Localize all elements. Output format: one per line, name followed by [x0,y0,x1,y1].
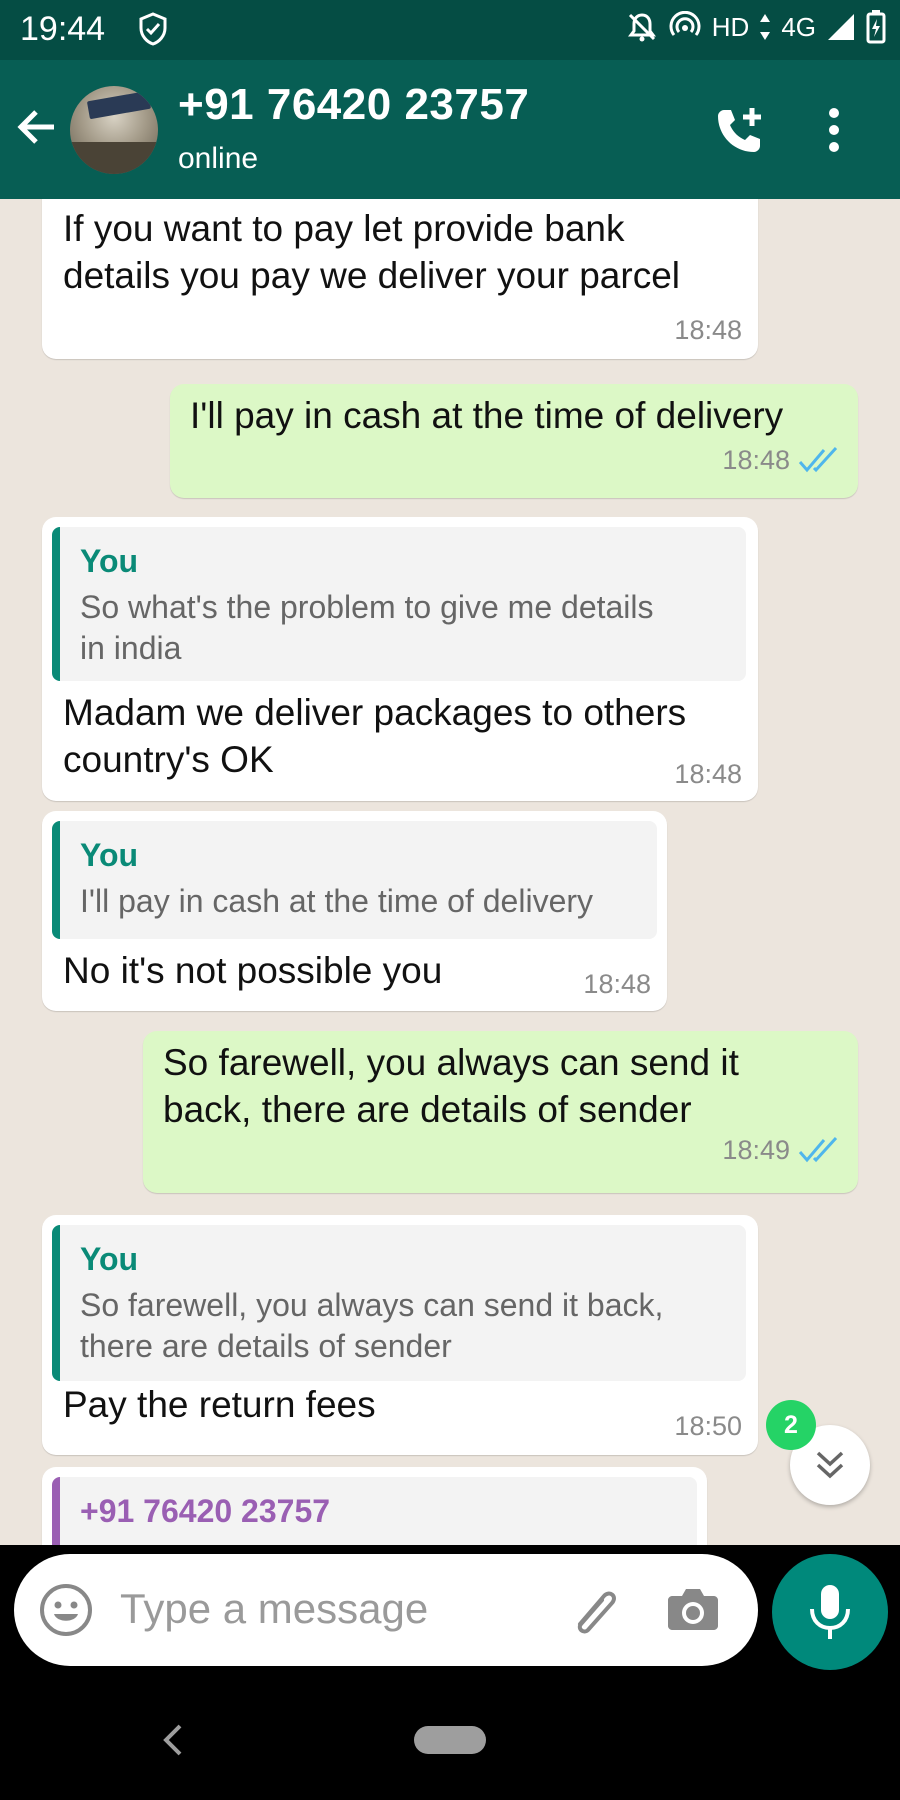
mute-icon [626,11,658,43]
double-chevron-down-icon [816,1451,844,1479]
status-icons: HD 4G [626,10,886,44]
message-text: I'll pay in cash at the time of delivery [190,395,784,436]
message-bubble-incoming[interactable]: +91 76420 23757 [42,1467,707,1545]
add-call-icon[interactable] [712,104,768,165]
read-ticks-icon [798,446,838,473]
message-text: Madam we deliver packages to others coun… [63,692,687,780]
network-label: HD [711,11,750,42]
message-composer [14,1554,758,1666]
nav-home-pill[interactable] [414,1726,486,1754]
back-arrow-icon[interactable] [14,104,60,155]
message-bubble-incoming[interactable]: If you want to pay let provide bank deta… [42,199,758,359]
system-nav-bar [0,1680,900,1800]
battery-charging-icon [866,10,886,44]
quote-author: You [80,1241,139,1277]
message-text: No it's not possible you [63,950,443,991]
quoted-message[interactable]: You So farewell, you always can send it … [52,1225,746,1381]
message-time: 18:48 [722,445,790,475]
quote-author: You [80,543,139,579]
message-time: 18:49 [722,1135,790,1165]
message-bubble-outgoing[interactable]: So farewell, you always can send it back… [143,1031,858,1193]
message-input[interactable] [120,1576,550,1642]
data-arrows-icon [759,12,771,42]
camera-icon[interactable] [666,1584,720,1637]
status-time: 19:44 [20,10,106,48]
more-vert-icon[interactable] [826,106,842,159]
signal-type-label: 4G [781,11,816,42]
message-bubble-incoming[interactable]: You So farewell, you always can send it … [42,1215,758,1455]
avatar[interactable] [70,86,158,174]
shield-icon [138,12,168,51]
quote-text: I'll pay in cash at the time of delivery [80,883,594,919]
contact-status: online [178,142,259,175]
nav-back-icon[interactable] [158,1720,188,1765]
chat-area[interactable]: If you want to pay let provide bank deta… [0,199,900,1545]
message-bubble-incoming[interactable]: You I'll pay in cash at the time of deli… [42,811,667,1011]
quote-author: You [80,837,139,873]
quote-text: So farewell, you always can send it back… [80,1287,664,1364]
message-time: 18:50 [674,1411,742,1441]
quoted-message[interactable]: You So what's the problem to give me det… [52,527,746,681]
message-time: 18:48 [583,969,651,999]
quote-text: So what's the problem to give me details… [80,589,654,666]
emoji-icon[interactable] [38,1582,94,1643]
quoted-message[interactable]: +91 76420 23757 [52,1477,697,1545]
contact-name[interactable]: +91 76420 23757 [178,80,529,130]
message-time: 18:48 [674,315,742,345]
mic-button[interactable] [772,1554,888,1670]
quote-author: +91 76420 23757 [80,1493,331,1529]
message-text: If you want to pay let provide bank deta… [63,208,680,296]
message-bubble-outgoing[interactable]: I'll pay in cash at the time of delivery… [170,384,858,498]
read-ticks-icon [798,1136,838,1163]
mic-icon [810,1585,850,1639]
hotspot-icon [668,11,702,43]
message-time: 18:48 [674,759,742,789]
chat-header: +91 76420 23757 online [0,60,900,199]
message-text: So farewell, you always can send it back… [163,1042,739,1130]
status-bar: 19:44 HD 4G [0,0,900,60]
message-bubble-incoming[interactable]: You So what's the problem to give me det… [42,517,758,801]
unread-count-badge[interactable]: 2 [766,1400,816,1450]
signal-icon [826,12,856,42]
attach-icon[interactable] [562,1582,622,1643]
quoted-message[interactable]: You I'll pay in cash at the time of deli… [52,821,657,939]
message-text: Pay the return fees [63,1384,376,1425]
